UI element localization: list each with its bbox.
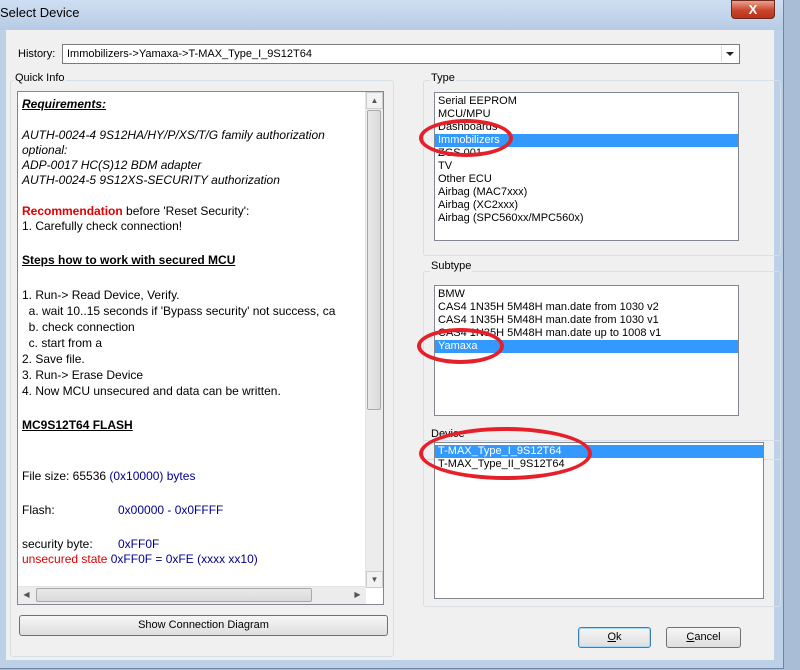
step-line: 1. Run-> Read Device, Verify.: [22, 288, 180, 302]
cancel-button[interactable]: Cancel: [666, 627, 741, 648]
requirements-heading: Requirements:: [22, 97, 107, 111]
quick-info-vertical-scrollbar[interactable]: ▲ ▼: [365, 92, 383, 588]
vertical-scroll-thumb[interactable]: [367, 110, 381, 410]
ok-button[interactable]: Ok: [578, 627, 651, 648]
select-device-window: Select Device X History: Immobilizers->Y…: [0, 0, 784, 669]
flash-label: Flash:: [22, 503, 55, 517]
close-icon: X: [748, 2, 758, 17]
subtype-item-cas4-1030-v1[interactable]: CAS4 1N35H 5M48H man.date from 1030 v1: [435, 314, 738, 327]
step-line: a. wait 10..15 seconds if 'Bypass securi…: [22, 304, 336, 318]
highlight-ring-immobilizers: [419, 119, 513, 157]
recommendation-rest: before 'Reset Security':: [122, 204, 250, 218]
scroll-left-icon[interactable]: ◀: [18, 587, 35, 604]
file-size-value: (0x10000) bytes: [109, 469, 196, 483]
step-line: 4. Now MCU unsecured and data can be wri…: [22, 384, 281, 398]
chevron-down-icon[interactable]: [721, 46, 738, 62]
subtype-item-bmw[interactable]: BMW: [435, 288, 738, 301]
security-byte-label: security byte:: [22, 537, 93, 551]
title-bar[interactable]: Select Device X: [0, 0, 783, 30]
step-line: 2. Save file.: [22, 352, 85, 366]
requirement-auth-0024-4: AUTH-0024-4 9S12HA/HY/P/XS/T/G family au…: [22, 128, 325, 142]
unsecured-state-line: unsecured state 0xFF0F = 0xFE (xxxx xx10…: [22, 552, 362, 567]
type-item-tv[interactable]: TV: [435, 160, 738, 173]
history-value: Immobilizers->Yamaxa->T-MAX_Type_I_9S12T…: [67, 48, 312, 60]
flash-range-line: Flash: 0x00000 - 0x0FFFF: [22, 503, 362, 518]
quick-info-text: Requirements: AUTH-0024-4 9S12HA/HY/P/XS…: [22, 97, 362, 567]
step-line: 3. Run-> Erase Device: [22, 368, 144, 382]
file-size-line: File size: 65536 (0x10000) bytes: [22, 469, 362, 484]
type-label: Type: [430, 72, 456, 84]
requirement-adp-0017: ADP-0017 HC(S)12 BDM adapter: [22, 158, 202, 172]
subtype-label: Subtype: [430, 260, 473, 272]
requirement-auth-0024-5: AUTH-0024-5 9S12XS-SECURITY authorizatio…: [22, 173, 280, 187]
steps-heading: Steps how to work with secured MCU: [22, 253, 236, 267]
recommendation-word: Recommendation: [22, 204, 123, 218]
history-combobox[interactable]: Immobilizers->Yamaxa->T-MAX_Type_I_9S12T…: [62, 44, 740, 64]
quick-info-label: Quick Info: [14, 72, 66, 84]
history-label: History:: [18, 48, 56, 60]
optional-label: optional:: [22, 143, 68, 157]
ok-accelerator: O: [607, 631, 617, 643]
ok-label: k: [616, 631, 622, 643]
security-byte-value: 0xFF0F: [118, 537, 160, 551]
subtype-item-cas4-1030-v2[interactable]: CAS4 1N35H 5M48H man.date from 1030 v2: [435, 301, 738, 314]
quick-info-panel[interactable]: Requirements: AUTH-0024-4 9S12HA/HY/P/XS…: [17, 91, 384, 605]
highlight-ring-device: [419, 427, 592, 480]
recommendation-item: 1. Carefully check connection!: [22, 219, 183, 233]
highlight-ring-yamaxa: [417, 328, 504, 364]
type-item-serial-eeprom[interactable]: Serial EEPROM: [435, 95, 738, 108]
quick-info-horizontal-scrollbar[interactable]: ◀ ▶: [18, 586, 366, 604]
security-byte-line: security byte: 0xFF0F: [22, 537, 362, 552]
unsecured-state-value: 0xFF0F = 0xFE (xxxx xx10): [110, 552, 258, 566]
close-button[interactable]: X: [731, 0, 775, 19]
scroll-up-icon[interactable]: ▲: [366, 92, 383, 109]
dialog-body: History: Immobilizers->Yamaxa->T-MAX_Typ…: [6, 30, 781, 660]
step-line: c. start from a: [22, 336, 103, 350]
type-item-airbag-xc2xxx[interactable]: Airbag (XC2xxx): [435, 199, 738, 212]
type-item-airbag-spc560xx[interactable]: Airbag (SPC560xx/MPC560x): [435, 212, 738, 225]
flash-heading: MC9S12T64 FLASH: [22, 418, 133, 432]
window-title: Select Device: [0, 5, 80, 20]
step-line: b. check connection: [22, 320, 135, 334]
recommendation-line: Recommendation before 'Reset Security':: [22, 204, 362, 219]
type-item-other-ecu[interactable]: Other ECU: [435, 173, 738, 186]
file-size-label: File size: 65536: [22, 469, 110, 483]
unsecured-state-label: unsecured state: [22, 552, 111, 566]
horizontal-scroll-thumb[interactable]: [36, 588, 312, 602]
scroll-down-icon[interactable]: ▼: [366, 571, 383, 588]
type-listbox[interactable]: Serial EEPROM MCU/MPU Dashboards Immobil…: [434, 92, 739, 241]
show-connection-diagram-button[interactable]: Show Connection Diagram: [19, 615, 388, 636]
flash-range-value: 0x00000 - 0x0FFFF: [118, 503, 224, 517]
scroll-right-icon[interactable]: ▶: [349, 587, 366, 604]
type-item-airbag-mac7xxx[interactable]: Airbag (MAC7xxx): [435, 186, 738, 199]
cancel-label: ancel: [694, 631, 721, 643]
